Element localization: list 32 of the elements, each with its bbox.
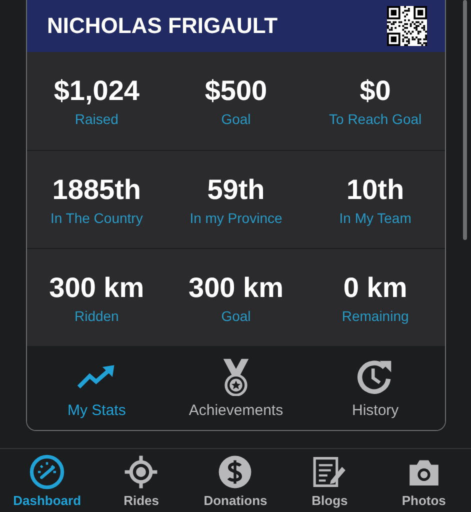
stat-value: $500	[204, 75, 268, 107]
tab[interactable]: My Stats	[27, 346, 166, 430]
stat-label: In My Team	[339, 210, 412, 226]
stat-label: Ridden	[74, 308, 119, 324]
profile-name: NICHOLAS FRIGAULT	[47, 13, 278, 39]
stat-label: Raised	[74, 111, 118, 127]
tab[interactable]: History	[306, 346, 445, 430]
stat-value: 59th	[207, 174, 265, 206]
stat-value: $0	[360, 75, 391, 107]
stat-label: Goal	[221, 111, 251, 127]
nav-item[interactable]: Photos	[376, 449, 471, 512]
nav-item[interactable]: Blogs	[282, 449, 377, 512]
dollar-coin-icon	[217, 454, 254, 490]
stat-value: 300 km	[188, 272, 284, 304]
stat-label: Remaining	[342, 308, 409, 324]
speedometer-icon	[29, 454, 66, 490]
crosshair-icon	[123, 454, 160, 490]
stat-value: $1,024	[54, 75, 140, 107]
tab[interactable]: Achievements	[166, 346, 306, 430]
stat-label: Goal	[221, 308, 251, 324]
stat-value: 10th	[346, 174, 404, 206]
scrollbar[interactable]	[463, 0, 467, 240]
stat-value: 0 km	[343, 272, 408, 304]
qr-code-icon[interactable]	[387, 6, 427, 46]
stat-label: In The Country	[50, 210, 143, 226]
stat-label: To Reach Goal	[329, 111, 422, 127]
nav-item[interactable]: Donations	[188, 449, 283, 512]
stat-value: 300 km	[49, 272, 144, 304]
stat-value: 1885th	[52, 174, 142, 206]
nav-item[interactable]: Rides	[94, 449, 188, 512]
stat-label: In my Province	[190, 210, 282, 226]
nav-item[interactable]: Dashboard	[0, 449, 94, 512]
